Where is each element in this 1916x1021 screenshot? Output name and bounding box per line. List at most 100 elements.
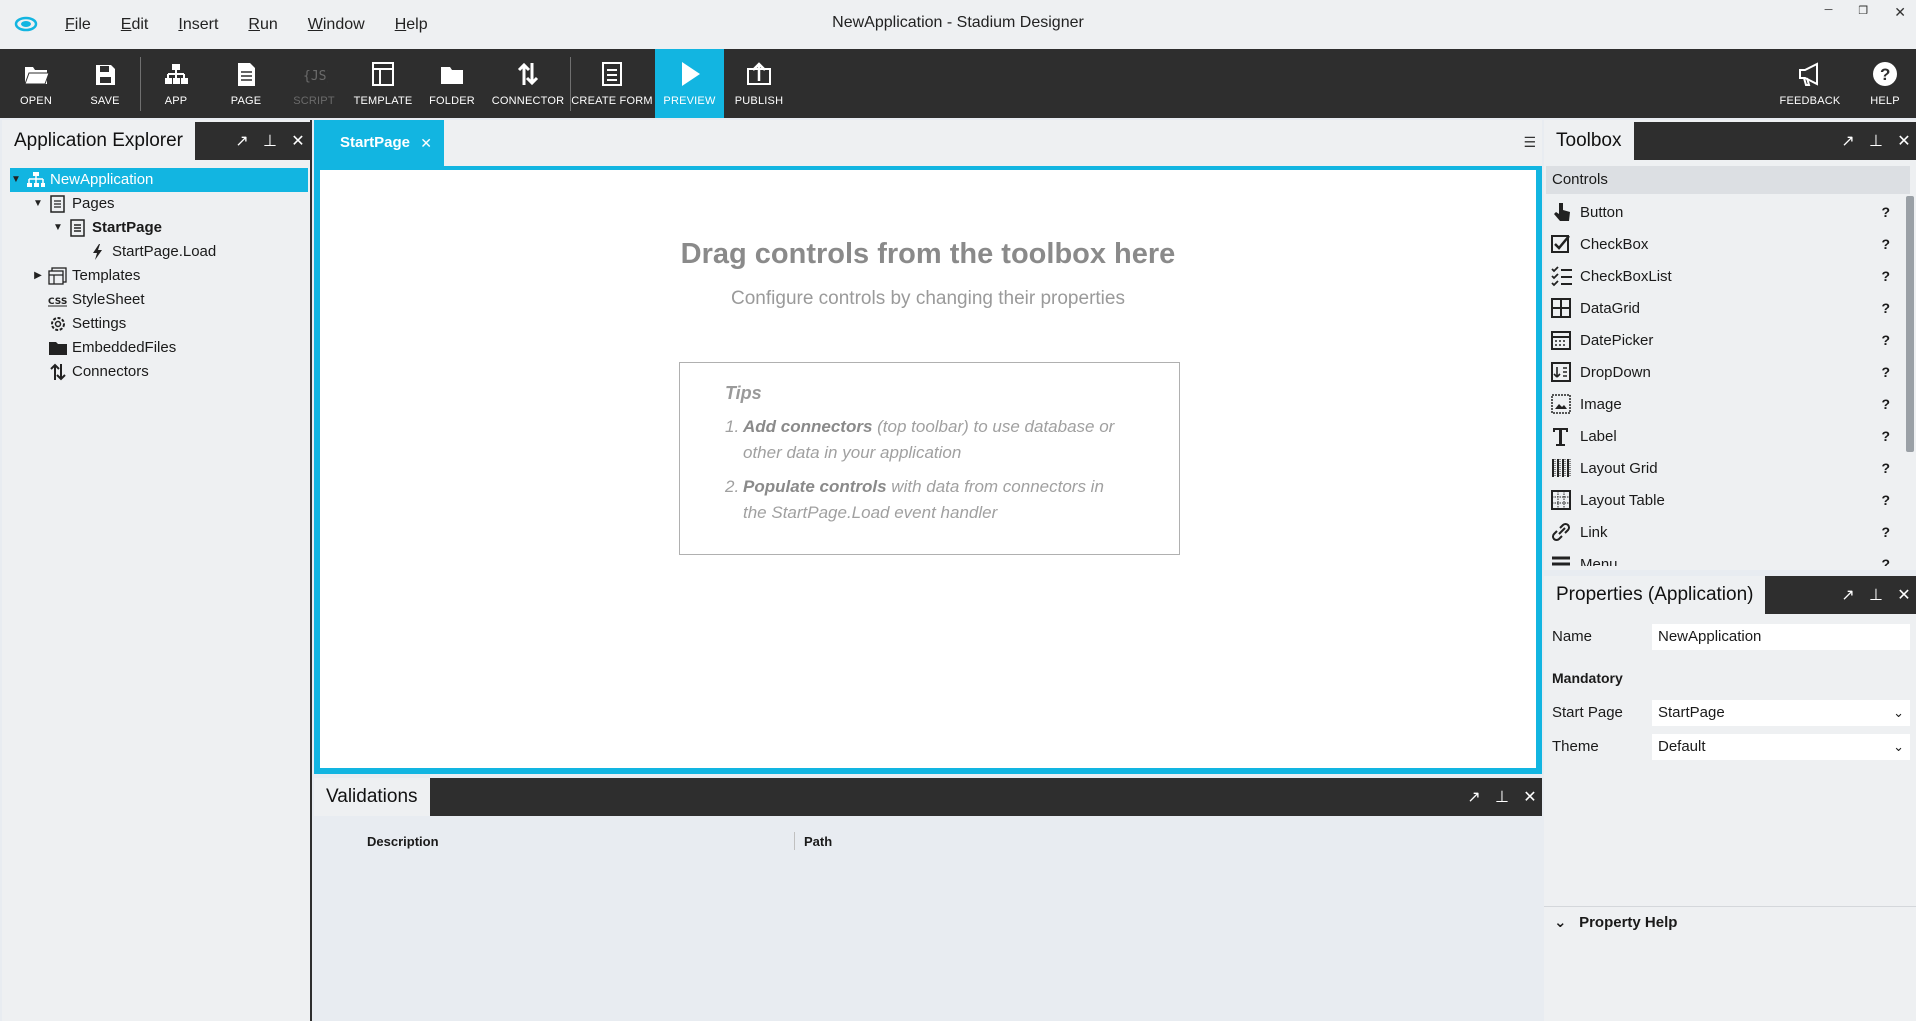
restore-icon[interactable]: ❐ bbox=[1858, 4, 1868, 21]
help-question-icon[interactable]: ? bbox=[1881, 556, 1890, 566]
publish-button[interactable]: PUBLISH bbox=[728, 49, 790, 118]
pin-icon[interactable]: ⊥ bbox=[262, 131, 278, 151]
tree-node-startpage[interactable]: ▼ StartPage bbox=[10, 216, 308, 240]
toolbox-item-menu[interactable]: Menu? bbox=[1544, 548, 1908, 566]
publish-icon bbox=[747, 62, 771, 85]
float-icon[interactable]: ↗ bbox=[234, 131, 250, 151]
start-page-select[interactable]: StartPage ⌄ bbox=[1652, 700, 1910, 726]
explorer-tree: ▼ NewApplication ▼ Pages ▼ StartPage Sta… bbox=[10, 168, 308, 384]
toolbox-title: Toolbox bbox=[1544, 122, 1634, 160]
theme-select[interactable]: Default ⌄ bbox=[1652, 734, 1910, 760]
tree-node-stylesheet[interactable]: CSS StyleSheet bbox=[10, 288, 308, 312]
help-button[interactable]: ? HELP bbox=[1862, 49, 1908, 118]
toolbox-item-checkbox[interactable]: CheckBox? bbox=[1544, 228, 1908, 260]
expanded-caret-icon[interactable]: ▼ bbox=[52, 216, 64, 240]
help-question-icon[interactable]: ? bbox=[1881, 236, 1890, 252]
help-question-icon[interactable]: ? bbox=[1881, 332, 1890, 348]
close-icon[interactable]: ✕ bbox=[290, 131, 306, 151]
tree-node-application[interactable]: ▼ NewApplication bbox=[10, 168, 308, 192]
toolbox-item-image[interactable]: Image? bbox=[1544, 388, 1908, 420]
toolbox-item-datepicker[interactable]: DatePicker? bbox=[1544, 324, 1908, 356]
menu-file[interactable]: File bbox=[65, 16, 91, 34]
menu-window[interactable]: Window bbox=[308, 16, 365, 34]
template-button[interactable]: TEMPLATE bbox=[352, 49, 414, 118]
templates-icon bbox=[48, 267, 67, 285]
menu-run[interactable]: Run bbox=[248, 16, 277, 34]
tree-node-embeddedfiles[interactable]: EmbeddedFiles bbox=[10, 336, 308, 360]
property-help-toggle[interactable]: ⌄ Property Help bbox=[1544, 906, 1916, 938]
tab-startpage[interactable]: StartPage ✕ bbox=[314, 120, 444, 166]
folder-button[interactable]: FOLDER bbox=[424, 49, 480, 118]
help-question-icon[interactable]: ? bbox=[1881, 396, 1890, 412]
help-question-icon[interactable]: ? bbox=[1881, 524, 1890, 540]
column-header-description[interactable]: Description bbox=[367, 834, 439, 849]
column-header-path[interactable]: Path bbox=[804, 834, 832, 849]
minimize-icon[interactable]: ─ bbox=[1825, 4, 1833, 21]
connector-button[interactable]: CONNECTOR bbox=[490, 49, 566, 118]
help-question-icon[interactable]: ? bbox=[1881, 364, 1890, 380]
expanded-caret-icon[interactable]: ▼ bbox=[32, 192, 44, 216]
text-t-icon bbox=[1552, 428, 1568, 446]
save-button[interactable]: SAVE bbox=[77, 49, 133, 118]
menu-insert[interactable]: Insert bbox=[178, 16, 218, 34]
open-button[interactable]: OPEN bbox=[8, 49, 64, 118]
script-button[interactable]: {JS} SCRIPT bbox=[286, 49, 342, 118]
tab-list-menu-icon[interactable]: ☰ bbox=[1523, 134, 1536, 151]
help-question-icon[interactable]: ? bbox=[1881, 268, 1890, 284]
help-circle-icon: ? bbox=[1873, 62, 1897, 86]
tree-node-pages[interactable]: ▼ Pages bbox=[10, 192, 308, 216]
collapsed-caret-icon[interactable]: ▶ bbox=[32, 264, 44, 288]
toolbox-category-controls[interactable]: Controls bbox=[1546, 166, 1910, 194]
help-question-icon[interactable]: ? bbox=[1881, 492, 1890, 508]
tree-label: EmbeddedFiles bbox=[72, 339, 177, 356]
pin-icon[interactable]: ⊥ bbox=[1868, 585, 1884, 605]
toolbox-scrollbar[interactable] bbox=[1906, 196, 1914, 452]
pin-icon[interactable]: ⊥ bbox=[1868, 131, 1884, 151]
create-form-button[interactable]: CREATE FORM bbox=[571, 49, 653, 118]
app-button[interactable]: APP bbox=[148, 49, 204, 118]
design-canvas[interactable]: Drag controls from the toolbox here Conf… bbox=[320, 170, 1536, 768]
page-icon bbox=[70, 219, 85, 237]
column-divider[interactable] bbox=[794, 832, 795, 850]
folder-icon bbox=[49, 342, 67, 355]
toolbox-item-label: Image bbox=[1580, 395, 1622, 413]
toolbox-item-checkboxlist[interactable]: CheckBoxList? bbox=[1544, 260, 1908, 292]
float-icon[interactable]: ↗ bbox=[1840, 131, 1856, 151]
name-field[interactable]: NewApplication bbox=[1652, 624, 1910, 650]
toolbox-item-label[interactable]: Label? bbox=[1544, 420, 1908, 452]
tree-node-connectors[interactable]: Connectors bbox=[10, 360, 308, 384]
menu-help[interactable]: Help bbox=[395, 16, 428, 34]
connector-icon bbox=[517, 62, 539, 86]
close-icon[interactable]: ✕ bbox=[1522, 787, 1538, 807]
tree-node-startpage-load[interactable]: StartPage.Load bbox=[10, 240, 308, 264]
close-window-icon[interactable]: ✕ bbox=[1894, 4, 1906, 21]
property-label: Start Page bbox=[1552, 704, 1623, 721]
help-question-icon[interactable]: ? bbox=[1881, 204, 1890, 220]
toolbox-item-dropdown[interactable]: DropDown? bbox=[1544, 356, 1908, 388]
toolbox-item-layout-grid[interactable]: Layout Grid? bbox=[1544, 452, 1908, 484]
tree-node-settings[interactable]: Settings bbox=[10, 312, 308, 336]
tree-node-templates[interactable]: ▶ Templates bbox=[10, 264, 308, 288]
tips-title: Tips bbox=[725, 383, 762, 403]
pin-icon[interactable]: ⊥ bbox=[1494, 787, 1510, 807]
menu-edit[interactable]: Edit bbox=[121, 16, 149, 34]
close-icon[interactable]: ✕ bbox=[1896, 131, 1912, 151]
close-tab-icon[interactable]: ✕ bbox=[420, 120, 432, 166]
toolbox-item-layout-table[interactable]: Layout Table? bbox=[1544, 484, 1908, 516]
explorer-pane-buttons: ↗ ⊥ ✕ bbox=[234, 122, 306, 160]
toolbox-item-button[interactable]: Button? bbox=[1544, 196, 1908, 228]
float-icon[interactable]: ↗ bbox=[1840, 585, 1856, 605]
float-icon[interactable]: ↗ bbox=[1466, 787, 1482, 807]
toolbox-item-link[interactable]: Link? bbox=[1544, 516, 1908, 548]
help-question-icon[interactable]: ? bbox=[1881, 460, 1890, 476]
page-button[interactable]: PAGE bbox=[218, 49, 274, 118]
app-hierarchy-icon bbox=[165, 64, 188, 84]
template-icon bbox=[372, 62, 394, 86]
close-icon[interactable]: ✕ bbox=[1896, 585, 1912, 605]
expanded-caret-icon[interactable]: ▼ bbox=[10, 168, 22, 192]
feedback-button[interactable]: FEEDBACK bbox=[1778, 49, 1842, 118]
toolbox-item-datagrid[interactable]: DataGrid? bbox=[1544, 292, 1908, 324]
help-question-icon[interactable]: ? bbox=[1881, 300, 1890, 316]
help-question-icon[interactable]: ? bbox=[1881, 428, 1890, 444]
preview-button[interactable]: PREVIEW bbox=[655, 49, 724, 118]
